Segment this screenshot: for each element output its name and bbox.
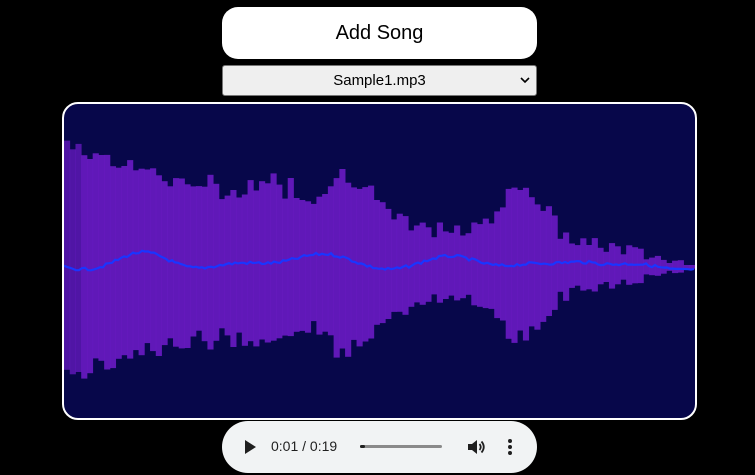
waveform-bar [304, 201, 312, 333]
waveform-bar [356, 188, 363, 347]
waveform-bar [373, 200, 380, 325]
add-song-button[interactable]: Add Song [222, 7, 537, 59]
waveform-bar [563, 232, 570, 301]
waveform-bar [230, 190, 237, 347]
waveform-bar [75, 143, 82, 372]
waveform-bar [637, 248, 644, 284]
waveform-bar [201, 186, 208, 342]
waveform-bar [92, 153, 99, 359]
waveform-bar [98, 155, 105, 361]
audio-player[interactable]: 0:01 / 0:19 [222, 421, 537, 473]
waveform-bar [207, 174, 214, 350]
waveform-bar [64, 140, 71, 370]
waveform-bar [167, 186, 174, 339]
waveform-bar [327, 186, 335, 336]
waveform-bar [299, 200, 306, 331]
waveform-bar [322, 194, 329, 332]
waveform-bar [310, 203, 317, 322]
progress-slider[interactable] [360, 445, 442, 448]
waveform-bar [574, 245, 581, 286]
waveform-bar [86, 159, 94, 374]
waveform-bar [603, 251, 610, 282]
waveform-bar [505, 188, 512, 339]
time-display: 0:01 / 0:19 [271, 438, 337, 454]
visualizer-canvas [64, 140, 695, 379]
waveform-bar [436, 222, 443, 303]
waveform-bar [672, 260, 679, 274]
waveform-bar [333, 178, 340, 358]
waveform-bar [247, 180, 254, 342]
waveform-bar [218, 199, 226, 329]
progress-fill [360, 445, 365, 448]
waveform-bar [379, 202, 386, 324]
waveform-bar [138, 168, 145, 356]
waveform-bar [115, 167, 122, 359]
waveform-bar [127, 160, 134, 359]
song-select-value: Sample1.mp3 [333, 72, 426, 89]
time-separator: / [298, 438, 310, 454]
waveform-bar [454, 225, 461, 301]
song-select[interactable]: Sample1.mp3 [222, 65, 537, 96]
waveform-bar [517, 190, 524, 331]
waveform-bar [281, 198, 289, 336]
waveform-bar [121, 166, 128, 356]
waveform-bar [385, 208, 392, 319]
waveform-bar [465, 233, 472, 295]
waveform-bar [109, 166, 117, 369]
waveform-bar [540, 210, 547, 322]
waveform-bar [608, 243, 616, 289]
waveform-bar [293, 198, 300, 332]
waveform-bar [471, 222, 478, 306]
volume-icon[interactable] [466, 437, 486, 457]
waveform-bar [316, 196, 323, 335]
waveform-bar [390, 219, 398, 312]
waveform-bar [689, 265, 695, 269]
waveform-bar [620, 254, 627, 280]
waveform-bar [190, 186, 197, 337]
waveform-bar [150, 168, 157, 352]
more-options-icon[interactable] [504, 437, 516, 457]
audio-visualizer [62, 102, 697, 420]
waveform-bar [396, 213, 403, 312]
waveform-bar [345, 182, 352, 357]
waveform-bar [586, 245, 593, 290]
waveform-bar [442, 231, 449, 299]
waveform-bar [253, 190, 260, 347]
waveform-bar [568, 243, 575, 288]
waveform-bar [132, 170, 139, 351]
waveform-bar [488, 223, 495, 309]
waveform-bar [459, 235, 466, 299]
waveform-bar [270, 173, 277, 341]
waveform-bar [425, 227, 432, 302]
waveform-bar [69, 149, 76, 375]
play-icon[interactable] [242, 439, 258, 455]
waveform-bar [545, 206, 552, 316]
waveform-bar [241, 194, 248, 346]
waveform-bar [195, 186, 203, 331]
chevron-down-icon [520, 77, 530, 84]
waveform-bar [155, 175, 162, 356]
waveform-bar [259, 181, 266, 340]
waveform-bar [368, 185, 375, 339]
waveform-bar [477, 224, 484, 307]
waveform-bar [557, 238, 564, 292]
current-time: 0:01 [271, 438, 299, 454]
waveform-bar [213, 183, 220, 341]
waveform-bar [161, 181, 168, 346]
duration: 0:19 [309, 438, 338, 454]
waveform-bar [236, 197, 243, 333]
waveform-bar [534, 204, 541, 330]
waveform-bar [144, 169, 151, 344]
waveform-bar [448, 232, 455, 296]
waveform-bar [677, 260, 684, 273]
waveform-bar [431, 237, 438, 295]
waveform-bar [287, 178, 294, 337]
